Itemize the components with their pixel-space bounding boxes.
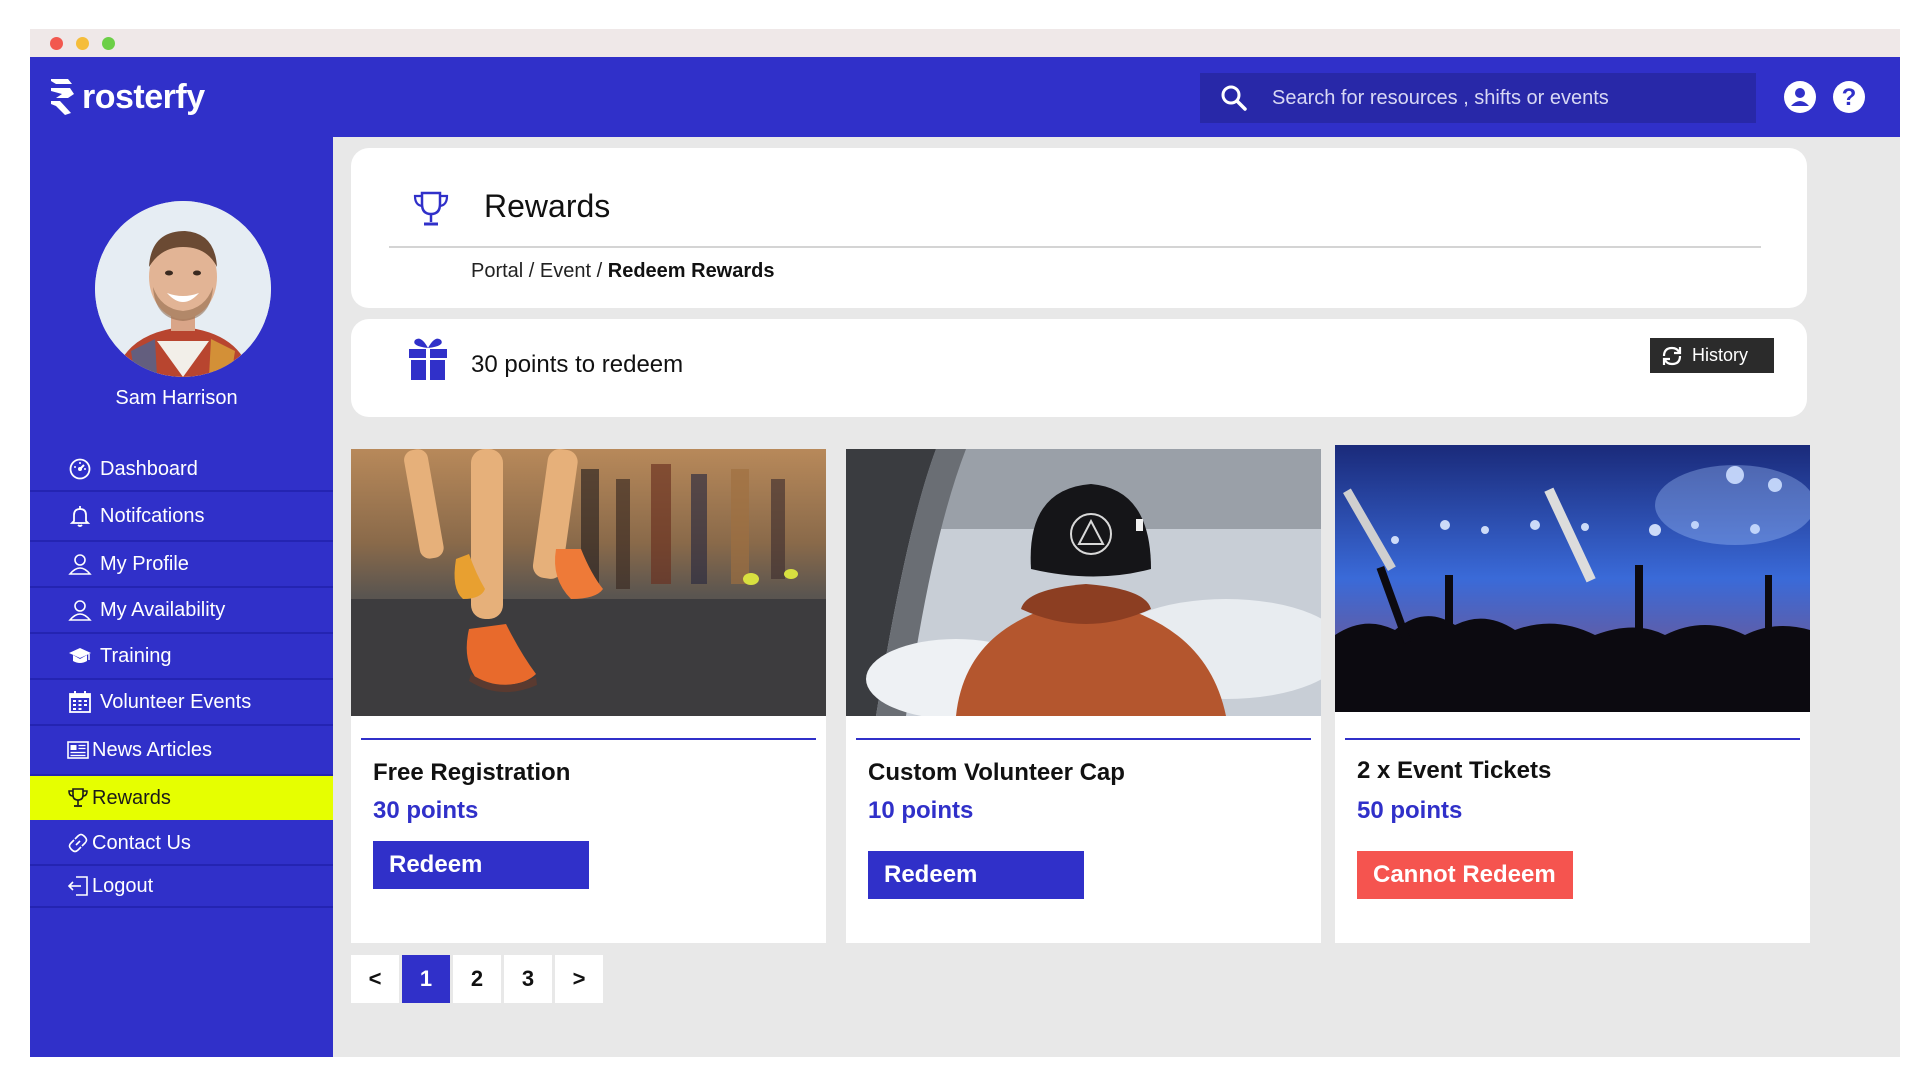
sidebar-item-label: Training <box>100 644 172 667</box>
pagination-next-button[interactable]: > <box>555 955 603 1003</box>
page-header-card: Rewards Portal / Event / Redeem Rewards <box>351 148 1807 308</box>
reward-title: 2 x Event Tickets <box>1357 757 1552 784</box>
trophy-icon <box>68 788 88 807</box>
graduation-cap-icon <box>69 648 91 663</box>
calendar-icon <box>69 691 91 713</box>
breadcrumb-current: Redeem Rewards <box>607 260 775 282</box>
user-outline-icon <box>68 600 92 621</box>
breadcrumb-event[interactable]: Event <box>540 260 591 282</box>
title-divider <box>389 246 1761 248</box>
pagination-page-3[interactable]: 3 <box>504 955 552 1003</box>
reward-divider <box>856 738 1311 740</box>
refresh-icon <box>1662 346 1682 365</box>
sidebar-item-label: Notifcations <box>100 504 205 527</box>
sidebar-item-label: Logout <box>92 874 154 897</box>
close-window-button[interactable] <box>50 37 63 50</box>
cannot-redeem-button[interactable]: Cannot Redeem <box>1357 851 1573 899</box>
top-navbar: rosterfy ? <box>30 57 1900 137</box>
bell-icon <box>69 506 91 527</box>
pagination: < 1 2 3 > <box>351 955 606 1003</box>
reward-points: 10 points <box>868 797 974 824</box>
user-icon[interactable] <box>1783 80 1817 114</box>
sidebar-item-contact-us[interactable]: Contact Us <box>30 822 333 866</box>
sidebar-item-label: Contact Us <box>92 831 191 854</box>
sidebar-item-training[interactable]: Training <box>30 634 333 680</box>
sidebar-item-dashboard[interactable]: Dashboard <box>30 448 333 492</box>
sidebar-item-label: My Profile <box>100 552 189 575</box>
breadcrumb: Portal / Event / Redeem Rewards <box>471 260 775 283</box>
reward-card: Free Registration 30 points Redeem <box>351 449 826 943</box>
pagination-page-1[interactable]: 1 <box>402 955 450 1003</box>
search-input[interactable] <box>1272 86 1742 110</box>
minimize-window-button[interactable] <box>76 37 89 50</box>
sidebar-item-label: Rewards <box>92 786 171 809</box>
sidebar-item-logout[interactable]: Logout <box>30 866 333 908</box>
points-balance: 30 points to redeem <box>471 351 684 378</box>
search-bar <box>1200 73 1756 123</box>
page-title: Rewards <box>484 188 611 224</box>
search-icon[interactable] <box>1220 84 1248 112</box>
sidebar-item-label: Dashboard <box>100 457 198 480</box>
sidebar-item-rewards[interactable]: Rewards <box>30 776 333 820</box>
reward-card: Custom Volunteer Cap 10 points Redeem <box>846 449 1321 943</box>
redeem-button[interactable]: Redeem <box>868 851 1084 899</box>
sidebar: Sam Harrison Dashboard Notifcations My P… <box>30 137 333 1057</box>
history-button-label: History <box>1692 345 1749 365</box>
breadcrumb-portal[interactable]: Portal <box>471 260 523 282</box>
sidebar-item-label: Volunteer Events <box>100 690 252 713</box>
reward-title: Free Registration <box>373 759 571 786</box>
reward-title: Custom Volunteer Cap <box>868 759 1125 786</box>
user-outline-icon <box>68 554 92 575</box>
redeem-button[interactable]: Redeem <box>373 841 589 889</box>
gift-icon <box>409 338 447 380</box>
points-card: 30 points to redeem History <box>351 319 1807 417</box>
reward-image-running <box>351 449 826 716</box>
reward-card: 2 x Event Tickets 50 points Cannot Redee… <box>1335 445 1810 943</box>
rosterfy-logo-icon <box>51 79 74 115</box>
app-window: rosterfy ? <box>30 29 1900 1057</box>
sidebar-item-my-availability[interactable]: My Availability <box>30 588 333 634</box>
brand-logo[interactable]: rosterfy <box>48 75 205 119</box>
reward-points: 30 points <box>373 797 479 824</box>
svg-text:?: ? <box>1842 84 1857 111</box>
dashboard-icon <box>69 458 91 480</box>
sidebar-item-label: My Availability <box>100 598 226 621</box>
pagination-prev-button[interactable]: < <box>351 955 399 1003</box>
breadcrumb-separator: / <box>591 260 608 282</box>
pagination-page-2[interactable]: 2 <box>453 955 501 1003</box>
avatar[interactable] <box>95 201 271 377</box>
sidebar-item-notifications[interactable]: Notifcations <box>30 492 333 542</box>
reward-image-cap <box>846 449 1321 716</box>
link-icon <box>68 833 88 853</box>
help-icon[interactable]: ? <box>1832 80 1866 114</box>
reward-divider <box>1345 738 1800 740</box>
reward-image-concert <box>1335 445 1810 712</box>
maximize-window-button[interactable] <box>102 37 115 50</box>
sidebar-item-news-articles[interactable]: News Articles <box>30 726 333 776</box>
history-button[interactable]: History <box>1650 338 1774 373</box>
trophy-icon <box>413 191 449 226</box>
logout-icon <box>67 876 88 896</box>
newspaper-icon <box>67 741 89 759</box>
sidebar-item-volunteer-events[interactable]: Volunteer Events <box>30 680 333 726</box>
user-photo <box>95 201 271 377</box>
sidebar-item-my-profile[interactable]: My Profile <box>30 542 333 588</box>
reward-divider <box>361 738 816 740</box>
brand-name: rosterfy <box>82 77 205 116</box>
breadcrumb-separator: / <box>523 260 540 282</box>
sidebar-item-label: News Articles <box>92 738 213 761</box>
reward-points: 50 points <box>1357 797 1463 824</box>
user-name: Sam Harrison <box>115 387 238 409</box>
window-titlebar <box>30 29 1900 57</box>
